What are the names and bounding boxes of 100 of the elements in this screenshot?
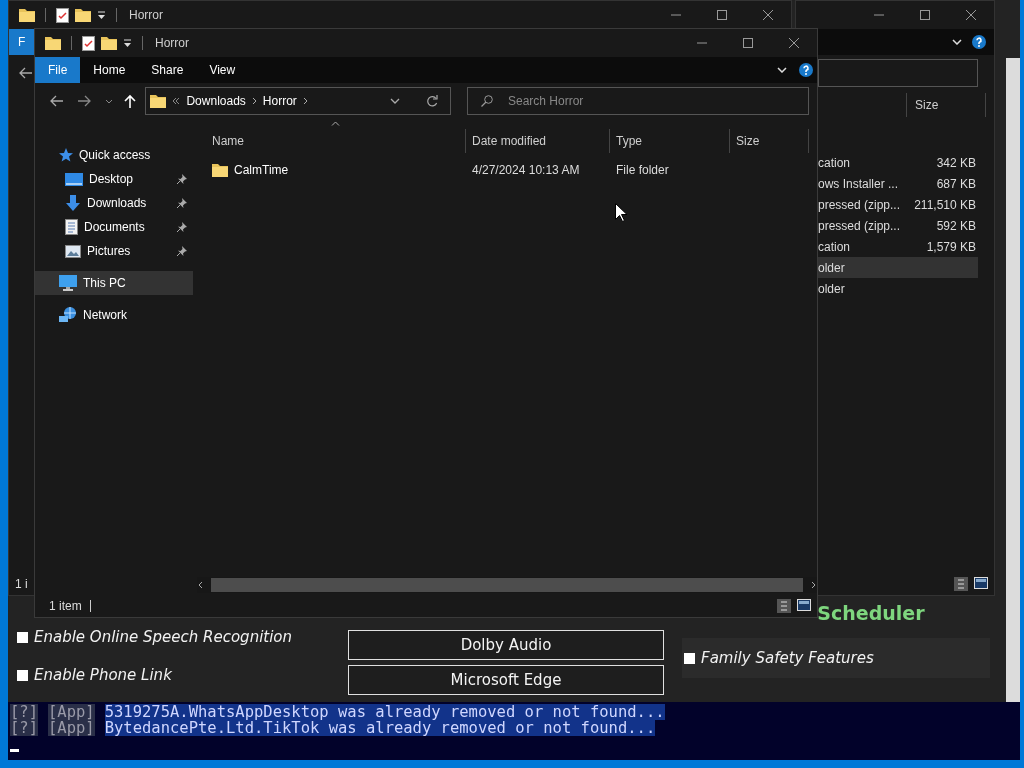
checkbox-label: Enable Online Speech Recognition	[34, 628, 293, 646]
file-row[interactable]: cation 1,579 KB	[818, 236, 978, 257]
desktop-icon	[65, 172, 83, 186]
ribbon-tab[interactable]: F	[9, 29, 35, 55]
close-icon	[789, 38, 799, 48]
nav-item[interactable]: Desktop	[35, 167, 193, 191]
file-row[interactable]: pressed (zipp... 211,510 KB	[818, 194, 978, 215]
nav-item[interactable]: Documents	[35, 215, 193, 239]
file-row[interactable]: older	[818, 278, 978, 299]
nav-label: Quick access	[79, 148, 151, 162]
column-header[interactable]: Name	[193, 129, 466, 153]
search-icon	[481, 95, 493, 107]
expand-ribbon-icon[interactable]	[952, 39, 962, 45]
scrollbar[interactable]	[1006, 58, 1020, 702]
table-cell-text: File folder	[615, 163, 670, 177]
file-row[interactable]: ows Installer ... 687 KB	[818, 173, 978, 194]
details-view-icon[interactable]	[954, 577, 968, 591]
search-field[interactable]: Search Horror	[467, 87, 809, 115]
customize-menu-icon[interactable]	[97, 10, 106, 20]
table-cell-text: 592 KB	[935, 218, 977, 233]
breadcrumb[interactable]: Downloads	[186, 94, 246, 108]
chevron-icon	[251, 97, 257, 105]
column-header[interactable]: Size	[730, 129, 809, 153]
chevron-icon	[302, 97, 308, 105]
nav-label: Downloads	[87, 196, 147, 210]
properties-icon[interactable]	[56, 7, 69, 23]
app-button[interactable]: Microsoft Edge	[348, 665, 664, 695]
console-tag: [App]	[48, 720, 95, 736]
maximize-icon	[920, 10, 930, 20]
app-button[interactable]: Dolby Audio	[348, 630, 664, 660]
section-heading: Scheduler	[817, 602, 925, 624]
search-field[interactable]	[818, 59, 978, 87]
address-bar[interactable]: Downloads Horror	[145, 87, 451, 115]
dropdown-icon[interactable]	[390, 98, 400, 104]
customize-menu-icon[interactable]	[123, 38, 132, 48]
window-title: Horror	[155, 36, 189, 50]
column-header[interactable]: Type	[610, 129, 730, 153]
file-row[interactable]: CalmTime 4/27/2024 10:13 AM File folder	[193, 159, 817, 181]
back-arrow-icon	[18, 67, 32, 79]
nav-item[interactable]: Pictures	[35, 239, 193, 263]
table-cell-text: 4/27/2024 10:13 AM	[471, 163, 581, 177]
table-cell-text: cation	[818, 239, 852, 254]
nav-label: Documents	[84, 220, 145, 234]
breadcrumb[interactable]: Horror	[262, 94, 297, 108]
sort-caret-icon	[331, 121, 340, 126]
ribbon-tab[interactable]: Home	[80, 57, 139, 83]
scroll-left-icon[interactable]	[197, 581, 203, 589]
table-cell-text: pressed (zipp...	[818, 197, 902, 212]
table-cell-text: 687 KB	[935, 176, 977, 191]
folder-icon	[45, 36, 61, 50]
table-cell-text: older	[818, 260, 846, 275]
column-header[interactable]: Size	[906, 93, 986, 117]
refresh-icon[interactable]	[426, 95, 438, 107]
file-row[interactable]: cation 342 KB	[818, 152, 978, 173]
caret-icon	[104, 98, 113, 104]
folder-icon	[19, 8, 35, 22]
download-icon	[65, 195, 81, 211]
horizontal-scrollbar[interactable]	[197, 577, 817, 593]
nav-label: This PC	[83, 276, 126, 290]
ribbon-tab[interactable]: File	[35, 57, 81, 83]
picture-icon	[65, 244, 81, 258]
file-row[interactable]: older	[818, 257, 978, 278]
table-cell-text: pressed (zipp...	[818, 218, 902, 233]
console-tag: [App]	[48, 704, 95, 720]
file-row[interactable]: pressed (zipp... 592 KB	[818, 215, 978, 236]
help-icon[interactable]	[972, 35, 986, 49]
up-arrow-icon	[123, 94, 136, 108]
checkbox-option[interactable]: Enable Online Speech Recognition	[17, 628, 348, 646]
status-text: 1 i	[15, 577, 28, 591]
ribbon-tab[interactable]: Share	[138, 57, 197, 83]
properties-icon[interactable]	[82, 35, 95, 51]
new-folder-icon[interactable]	[101, 36, 117, 50]
nav-item[interactable]: Downloads	[35, 191, 193, 215]
large-icons-view-icon[interactable]	[974, 577, 988, 589]
help-icon[interactable]	[799, 63, 813, 77]
forward-arrow-icon	[78, 95, 93, 107]
checkbox-label: Enable Phone Link	[34, 666, 172, 684]
checkbox-option[interactable]: Enable Phone Link	[17, 666, 348, 684]
new-folder-icon[interactable]	[75, 8, 91, 22]
expand-ribbon-icon[interactable]	[777, 67, 787, 73]
text-cursor	[10, 749, 19, 752]
large-icons-view-icon[interactable]	[797, 599, 811, 611]
nav-item[interactable]: Network	[35, 303, 193, 327]
overflow-icon	[172, 97, 181, 105]
checkbox[interactable]	[17, 631, 28, 643]
details-view-icon[interactable]	[777, 599, 791, 613]
star-icon	[59, 148, 73, 162]
column-header[interactable]: Date modified	[466, 129, 610, 153]
nav-item[interactable]: This PC	[35, 271, 193, 295]
nav-item[interactable]: Quick access	[35, 143, 193, 167]
back-arrow-icon	[48, 95, 63, 107]
ribbon-tab[interactable]: View	[196, 57, 249, 83]
window-title: Horror	[129, 8, 163, 22]
maximize-icon	[717, 10, 727, 20]
scroll-right-icon[interactable]	[811, 581, 817, 589]
table-cell-text: cation	[818, 155, 852, 170]
checkbox[interactable]	[684, 652, 695, 664]
console-tag: [?]	[10, 720, 38, 736]
checkbox[interactable]	[17, 669, 28, 681]
folder-icon	[150, 94, 167, 108]
